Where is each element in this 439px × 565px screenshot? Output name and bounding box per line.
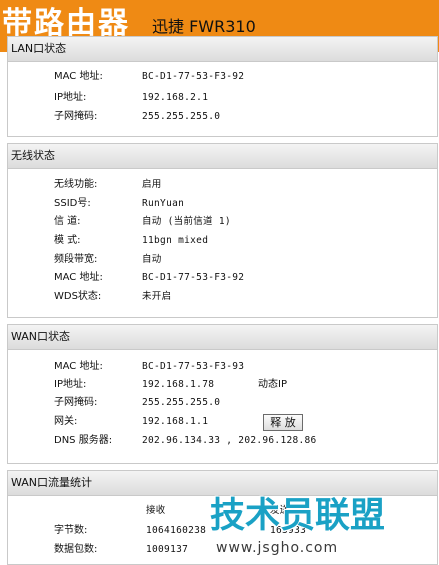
router-model: 迅捷 FWR310 xyxy=(152,17,256,36)
wireless-status-title: 无线状态 xyxy=(8,144,437,169)
lan-mask-value: 255.255.255.0 xyxy=(142,111,221,122)
wan-ip-type: 动态IP xyxy=(258,379,287,390)
wireless-mac-label: MAC 地址: xyxy=(54,272,103,283)
lan-mask-label: 子网掩码: xyxy=(54,111,98,122)
wan-gateway-label: 网关: xyxy=(54,416,78,427)
wan-ip-value: 192.168.1.78 xyxy=(142,379,215,390)
wan-status-title: WAN口状态 xyxy=(8,325,437,350)
lan-status-title: LAN口状态 xyxy=(8,37,437,62)
traffic-receive-header: 接收 xyxy=(146,505,166,516)
wireless-wds-value: 未开启 xyxy=(142,291,172,302)
wan-gateway-value: 192.168.1.1 xyxy=(142,416,209,427)
lan-status-panel: LAN口状态 MAC 地址: BC-D1-77-53-F3-92 IP地址: 1… xyxy=(7,36,438,137)
wan-mac-value: BC-D1-77-53-F3-93 xyxy=(142,361,245,372)
wireless-mode-label: 模 式: xyxy=(54,235,81,246)
wan-mask-value: 255.255.255.0 xyxy=(142,397,221,408)
wireless-function-value: 启用 xyxy=(142,179,162,190)
traffic-bytes-label: 字节数: xyxy=(54,525,88,536)
wan-dns-value: 202.96.134.33 , 202.96.128.86 xyxy=(142,435,317,446)
wan-ip-label: IP地址: xyxy=(54,379,87,390)
lan-ip-value: 192.168.2.1 xyxy=(142,92,209,103)
wan-traffic-panel: WAN口流量统计 接收 发送 字节数: 1064160238 163933 数据… xyxy=(7,470,438,565)
wireless-mac-value: BC-D1-77-53-F3-92 xyxy=(142,272,245,283)
traffic-bytes-send: 163933 xyxy=(270,525,307,536)
wireless-channel-value: 自动 (当前信道 1) xyxy=(142,216,231,227)
traffic-packets-label: 数据包数: xyxy=(54,544,98,555)
wireless-bandwidth-value: 自动 xyxy=(142,254,162,265)
traffic-bytes-receive: 1064160238 xyxy=(146,525,207,536)
lan-mac-label: MAC 地址: xyxy=(54,71,103,82)
wireless-wds-label: WDS状态: xyxy=(54,291,102,302)
wireless-function-label: 无线功能: xyxy=(54,179,98,190)
traffic-send-header: 发送 xyxy=(270,505,290,516)
lan-mac-value: BC-D1-77-53-F3-92 xyxy=(142,71,245,82)
release-button[interactable]: 释 放 xyxy=(263,414,303,431)
wan-mac-label: MAC 地址: xyxy=(54,361,103,372)
wireless-status-panel: 无线状态 无线功能: 启用 SSID号: RunYuan 信 道: 自动 (当前… xyxy=(7,143,438,318)
lan-ip-label: IP地址: xyxy=(54,92,87,103)
wireless-bandwidth-label: 频段带宽: xyxy=(54,254,98,265)
wan-dns-label: DNS 服务器: xyxy=(54,435,113,446)
wan-status-panel: WAN口状态 MAC 地址: BC-D1-77-53-F3-93 IP地址: 1… xyxy=(7,324,438,464)
wireless-channel-label: 信 道: xyxy=(54,216,81,227)
wireless-ssid-value: RunYuan xyxy=(142,198,185,209)
traffic-packets-receive: 1009137 xyxy=(146,544,189,555)
wireless-mode-value: 11bgn mixed xyxy=(142,235,209,246)
wireless-ssid-label: SSID号: xyxy=(54,198,91,209)
wan-traffic-title: WAN口流量统计 xyxy=(8,471,437,496)
wan-mask-label: 子网掩码: xyxy=(54,397,98,408)
